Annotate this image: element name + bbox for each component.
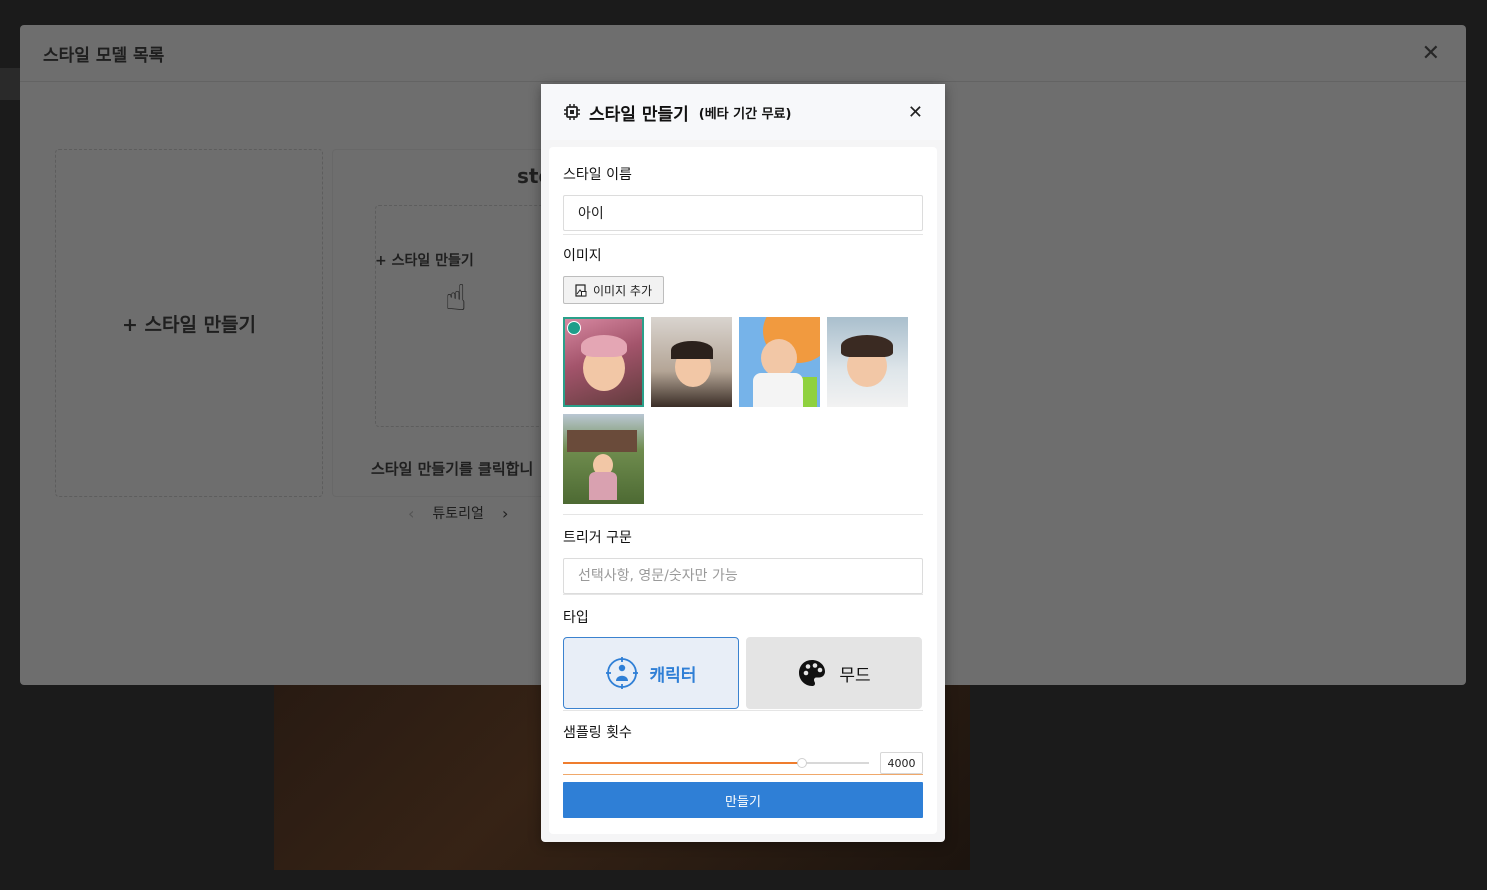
sampling-slider[interactable] <box>563 757 869 769</box>
tutorial-caption: 스타일 만들기를 클릭합니 <box>371 460 534 478</box>
trigger-section: 트리거 구문 <box>563 515 923 595</box>
child-face <box>761 339 797 377</box>
sampling-value[interactable]: 4000 <box>880 752 923 774</box>
image-section: 이미지 이미지 추가 <box>563 235 923 515</box>
pointing-hand-icon: ☝ <box>445 278 467 319</box>
type-mood-button[interactable]: 무드 <box>746 637 922 709</box>
image-thumbnails <box>563 317 923 504</box>
create-button[interactable]: 만들기 <box>563 782 923 818</box>
modal-title-text: 스타일 만들기 <box>589 104 689 125</box>
child-hair <box>671 341 713 359</box>
type-label: 타입 <box>563 610 589 626</box>
outer-close-icon[interactable]: ✕ <box>1422 41 1440 66</box>
white-shirt <box>753 373 803 407</box>
sampling-label: 샘플링 횟수 <box>563 725 632 741</box>
sampling-section: 샘플링 횟수 4000 <box>563 711 923 775</box>
modal-header: 스타일 만들기 (베타 기간 무료) ✕ <box>541 84 945 140</box>
trigger-input[interactable] <box>563 558 923 594</box>
modal-body: 스타일 이름 이미지 이미지 추가 <box>549 147 937 834</box>
image-thumbnail[interactable] <box>563 414 644 504</box>
modal-subtitle: (베타 기간 무료) <box>698 106 792 122</box>
outer-modal-header: 스타일 모델 목록 ✕ <box>20 25 1466 82</box>
chip-icon <box>564 104 580 120</box>
tutorial-nav-label: 튜토리얼 <box>432 506 484 522</box>
tutorial-card: sto + 스타일 만들기 ☝ 스타일 만들기를 클릭합니 <box>332 149 572 497</box>
image-thumbnail[interactable] <box>563 317 644 407</box>
create-style-card[interactable]: + 스타일 만들기 <box>55 149 323 497</box>
style-name-section: 스타일 이름 <box>563 147 923 235</box>
close-icon[interactable]: ✕ <box>908 102 923 123</box>
palette-icon <box>799 660 826 686</box>
style-name-label: 스타일 이름 <box>563 167 632 183</box>
trigger-label: 트리거 구문 <box>563 530 632 546</box>
pink-hat <box>581 335 627 357</box>
style-name-input[interactable] <box>563 195 923 231</box>
green-block <box>801 377 817 407</box>
type-character-button[interactable]: 캐릭터 <box>563 637 739 709</box>
child-hair <box>841 335 893 357</box>
modal-title: 스타일 만들기 (베타 기간 무료) <box>563 100 791 125</box>
slider-fill <box>563 762 802 764</box>
image-label: 이미지 <box>563 248 602 264</box>
slider-handle[interactable] <box>796 758 807 768</box>
pink-dress <box>589 472 617 500</box>
type-section: 타입 캐릭터 무드 <box>563 595 923 711</box>
sampling-row: 4000 <box>563 752 923 774</box>
character-icon <box>605 657 638 689</box>
outer-modal-title: 스타일 모델 목록 <box>43 45 165 66</box>
tutorial-inner-label: + 스타일 만들기 <box>375 253 474 269</box>
image-thumbnail[interactable] <box>739 317 820 407</box>
image-add-icon <box>575 283 587 297</box>
chevron-left-icon[interactable]: ‹ <box>408 504 414 523</box>
type-options: 캐릭터 무드 <box>563 637 923 709</box>
background-edge-panel <box>0 68 20 100</box>
image-thumbnail[interactable] <box>651 317 732 407</box>
type-mood-label: 무드 <box>839 665 871 686</box>
add-image-label: 이미지 추가 <box>593 283 653 298</box>
selected-badge-icon <box>567 321 581 335</box>
tutorial-nav: ‹ 튜토리얼 › <box>408 503 508 523</box>
building-roof <box>567 430 637 452</box>
image-thumbnail[interactable] <box>827 317 908 407</box>
create-style-modal: 스타일 만들기 (베타 기간 무료) ✕ 스타일 이름 이미지 이미지 추가 <box>541 84 945 842</box>
add-image-button[interactable]: 이미지 추가 <box>563 276 665 304</box>
create-style-card-label: + 스타일 만들기 <box>121 313 257 336</box>
chevron-right-icon[interactable]: › <box>502 504 508 523</box>
type-character-label: 캐릭터 <box>649 665 697 686</box>
